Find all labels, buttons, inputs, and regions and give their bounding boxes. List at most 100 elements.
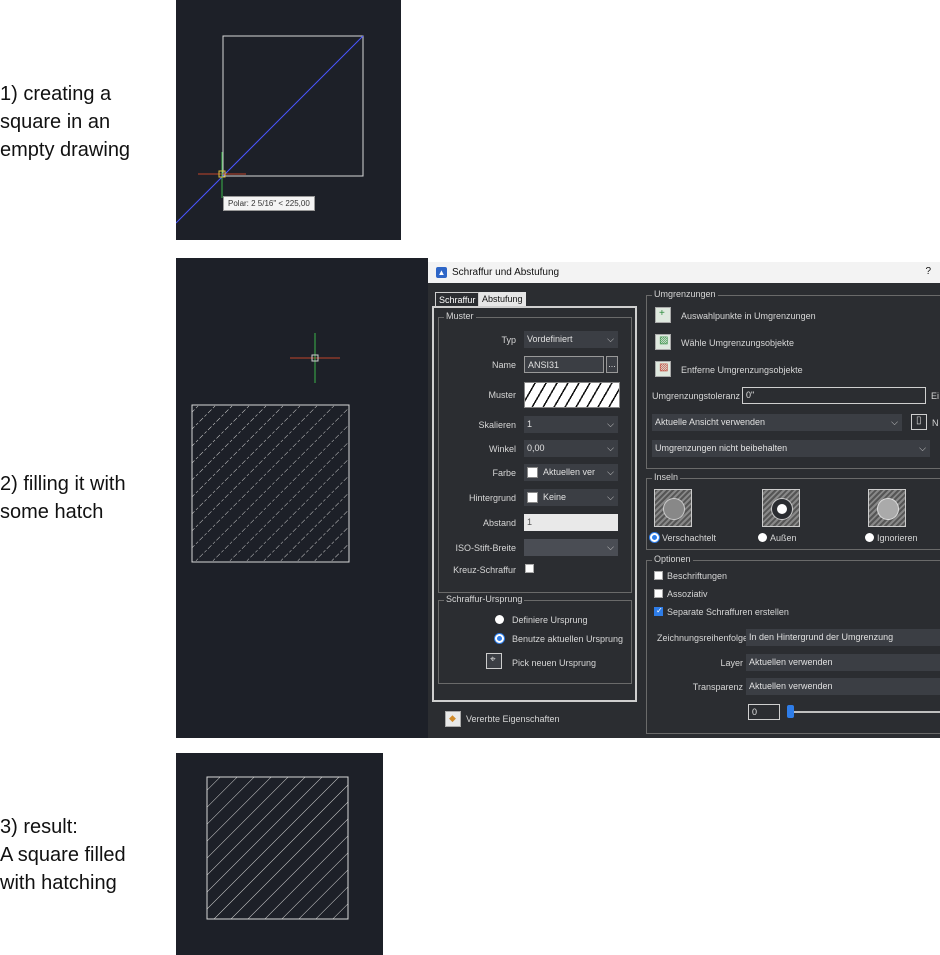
name-select[interactable]: ANSI31	[524, 356, 604, 373]
group-label: Muster	[444, 311, 476, 321]
crosshair-icon: ⌖	[490, 654, 496, 665]
island-shape	[771, 498, 793, 520]
step1-caption: 1) creating a square in an empty drawing	[0, 80, 170, 164]
pick-points-icon: +	[659, 308, 665, 319]
chevron-down-icon: ⌵	[607, 334, 614, 344]
layer-label: Layer	[720, 658, 743, 668]
select-value: Aktuellen verwenden	[749, 681, 833, 691]
dialog-titlebar: ▲ Schraffur und Abstufung ?	[428, 262, 940, 283]
browse-pattern-button[interactable]: ...	[606, 356, 618, 373]
farbe-label: Farbe	[492, 468, 516, 478]
caption-line: square in an	[0, 111, 111, 133]
toleranz-input[interactable]: 0"	[742, 387, 926, 404]
assoziativ-checkbox[interactable]	[654, 589, 663, 598]
drawing-canvas	[206, 776, 349, 920]
cad-viewport-step1[interactable]: Polar: 2 5/16" < 225,00	[176, 0, 401, 240]
caption-line: with hatching	[0, 872, 117, 894]
island-nested-label: Verschachtelt	[662, 533, 717, 543]
caption-line: 3) result:	[0, 816, 78, 838]
select-value: Keine	[543, 492, 567, 502]
typ-select[interactable]: Vordefiniert ⌵	[524, 331, 618, 348]
polar-tracking-line	[176, 35, 364, 224]
chevron-down-icon: ⌵	[919, 443, 926, 453]
ansicht-suffix: N	[932, 418, 939, 428]
abstand-input[interactable]: 1	[524, 514, 618, 531]
group-label: Schraffur-Ursprung	[444, 594, 525, 604]
dialog-title: Schraffur und Abstufung	[452, 267, 560, 278]
hatched-square-preview	[191, 404, 350, 563]
winkel-label: Winkel	[488, 444, 516, 454]
typ-label: Typ	[501, 335, 516, 345]
caption-line: A square filled	[0, 844, 126, 866]
separate-checkbox[interactable]	[654, 606, 663, 616]
help-button[interactable]: ?	[925, 266, 931, 277]
caption-line: some hatch	[0, 501, 104, 523]
transparenz-label: Transparenz	[692, 682, 743, 692]
benutze-ursprung-label: Benutze aktuellen Ursprung	[512, 634, 624, 644]
caption-line: 2) filling it with	[0, 473, 126, 495]
chevron-down-icon: ⌵	[607, 492, 614, 502]
tab-schraffur[interactable]: Schraffur	[435, 292, 480, 307]
remove-objects-icon: ▨	[659, 362, 669, 373]
select-objects-button[interactable]: ▨	[655, 334, 671, 350]
pick-origin-button[interactable]: ⌖	[486, 653, 502, 669]
remove-objects-button[interactable]: ▨	[655, 361, 671, 377]
island-nested-radio[interactable]	[650, 533, 659, 542]
hintergrund-select[interactable]: Keine ⌵	[524, 489, 618, 506]
island-shape	[663, 498, 685, 520]
beschriftungen-checkbox[interactable]	[654, 571, 663, 580]
island-outer-preview[interactable]	[762, 489, 800, 527]
benutze-ursprung-radio[interactable]	[495, 634, 504, 643]
toleranz-suffix: Ei	[931, 391, 940, 401]
select-value: Aktuelle Ansicht verwenden	[655, 417, 766, 427]
polar-tooltip: Polar: 2 5/16" < 225,00	[223, 196, 315, 211]
caption-line: empty drawing	[0, 139, 131, 161]
muster-label: Muster	[488, 390, 516, 400]
pick-points-button[interactable]: +	[655, 307, 671, 323]
transparenz-select[interactable]: Aktuellen verwenden	[746, 678, 940, 695]
select-value: Aktuellen verwenden	[749, 657, 833, 667]
cursor-icon: ▯	[916, 415, 922, 426]
cad-viewport-step3[interactable]	[176, 753, 383, 955]
select-value: Aktuellen ver	[543, 467, 596, 477]
select-value: Vordefiniert	[527, 334, 573, 344]
island-ignore-radio[interactable]	[865, 533, 874, 542]
inherit-properties-button[interactable]: ◆	[445, 711, 461, 727]
definiere-ursprung-label: Definiere Ursprung	[512, 615, 588, 625]
transparenz-number-input[interactable]: 0	[748, 704, 780, 720]
group-label: Optionen	[652, 554, 693, 564]
pick-origin-label: Pick neuen Ursprung	[512, 658, 597, 668]
cad-viewport-step2[interactable]	[176, 258, 428, 738]
inherit-properties-label: Vererbte Eigenschaften	[466, 714, 560, 724]
step2-caption: 2) filling it with some hatch	[0, 470, 170, 526]
ansicht-select[interactable]: Aktuelle Ansicht verwenden ⌵	[652, 414, 902, 431]
behalten-select[interactable]: Umgrenzungen nicht beibehalten ⌵	[652, 440, 930, 457]
definiere-ursprung-radio[interactable]	[495, 615, 504, 624]
island-outer-label: Außen	[770, 533, 797, 543]
skalieren-label: Skalieren	[478, 420, 516, 430]
remove-objects-label: Entferne Umgrenzungsobjekte	[681, 365, 803, 375]
transparenz-slider-thumb[interactable]	[787, 705, 794, 718]
skalieren-select[interactable]: 1 ⌵	[524, 416, 618, 433]
island-outer-radio[interactable]	[758, 533, 767, 542]
island-shape	[877, 498, 899, 520]
hintergrund-label: Hintergrund	[468, 493, 516, 503]
zeichnungsfolge-select[interactable]: In den Hintergrund der Umgrenzung	[746, 629, 940, 646]
farbe-select[interactable]: Aktuellen ver ⌵	[524, 464, 618, 481]
winkel-select[interactable]: 0,00 ⌵	[524, 440, 618, 457]
paintbrush-icon: ◆	[449, 713, 456, 723]
select-value: 1	[527, 419, 533, 429]
iso-select[interactable]: ⌵	[524, 539, 618, 556]
iso-label: ISO-Stift-Breite	[455, 543, 516, 553]
island-ignore-label: Ignorieren	[877, 533, 918, 543]
select-view-button[interactable]: ▯	[911, 414, 927, 430]
tab-abstufung[interactable]: Abstufung	[479, 292, 526, 306]
kreuz-checkbox[interactable]	[525, 564, 534, 573]
chevron-down-icon: ⌵	[607, 443, 614, 453]
island-nested-preview[interactable]	[654, 489, 692, 527]
chevron-down-icon: ⌵	[607, 419, 614, 429]
pattern-preview[interactable]	[524, 382, 620, 408]
island-ignore-preview[interactable]	[868, 489, 906, 527]
layer-select[interactable]: Aktuellen verwenden	[746, 654, 940, 671]
transparenz-slider-track[interactable]	[788, 711, 940, 713]
